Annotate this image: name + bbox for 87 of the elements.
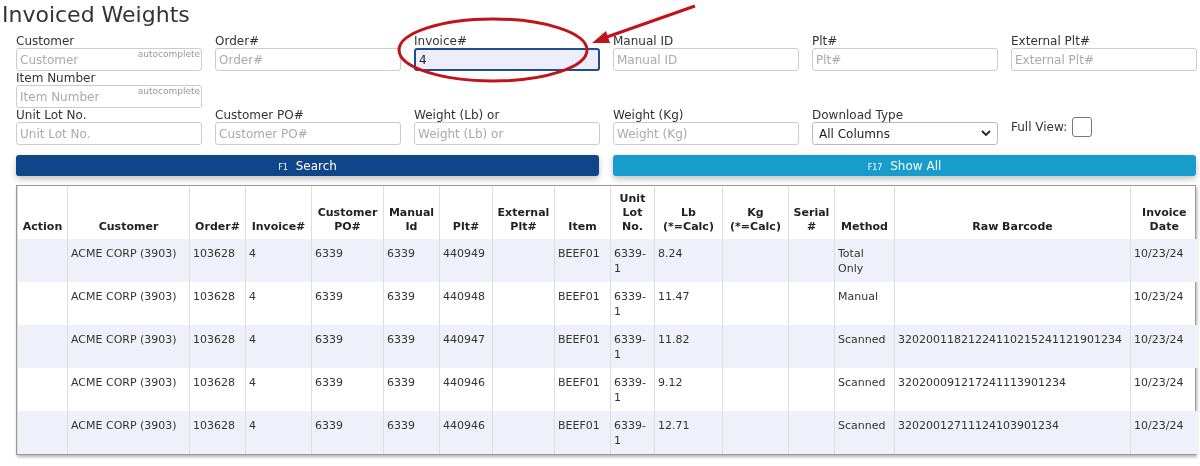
table-cell: 6339: [315, 376, 343, 389]
field-label: Weight (Lb) or: [414, 108, 501, 122]
table-cell: 6339: [387, 290, 415, 303]
table-cell: 10/23/24: [1134, 247, 1184, 260]
table-cell: 320200091217241113901234: [898, 376, 1066, 389]
table-cell: BEEF01: [558, 290, 600, 303]
table-cell: 440949: [443, 247, 485, 260]
field-label: Full View:: [1011, 119, 1068, 134]
input-field[interactable]: Manual ID: [613, 48, 799, 71]
input-field[interactable]: Weight (Kg): [613, 122, 799, 145]
table-cell: 6339: [387, 376, 415, 389]
table-cell: 32020011821224110215241121901234: [898, 333, 1122, 346]
table-cell: 6339: [387, 247, 415, 260]
field-label: Unit Lot No.: [16, 108, 88, 122]
table-cell: BEEF01: [558, 333, 600, 346]
autocomplete-hint: autocomplete: [137, 49, 200, 59]
table-cell: 4: [249, 419, 256, 432]
table-cell: 440947: [443, 333, 485, 346]
search-button[interactable]: F1 Search: [16, 155, 599, 176]
field-label: External Plt#: [1011, 34, 1091, 48]
input-field[interactable]: Unit Lot No.: [16, 122, 202, 145]
table-cell: 103628: [193, 247, 235, 260]
table-cell: 12.71: [658, 419, 690, 432]
input-field[interactable]: 4: [414, 48, 600, 71]
table-cell: Scanned: [838, 419, 886, 432]
table-cell: 6339-1: [614, 247, 646, 275]
table-cell: 103628: [193, 376, 235, 389]
input-field[interactable]: Plt#: [812, 48, 998, 71]
table-cell: ACME CORP (3903): [71, 333, 177, 346]
field-label: Item Number: [16, 71, 97, 85]
table-cell: ACME CORP (3903): [71, 419, 177, 432]
table-cell: 6339: [315, 247, 343, 260]
table-cell: 6339: [315, 419, 343, 432]
table-cell: 10/23/24: [1134, 290, 1184, 303]
download-type-dropdown[interactable]: All Columns: [812, 122, 998, 145]
input-field[interactable]: Weight (Lb) or: [414, 122, 600, 145]
table-cell: Scanned: [838, 333, 886, 346]
table-cell: 103628: [193, 333, 235, 346]
field-label: Customer PO#: [215, 108, 305, 122]
table-cell: 11.47: [658, 290, 690, 303]
table-cell: ACME CORP (3903): [71, 290, 177, 303]
table-cell: ACME CORP (3903): [71, 247, 177, 260]
table-cell: 32020012711124103901234: [898, 419, 1059, 432]
table-cell: 10/23/24: [1134, 376, 1184, 389]
table-cell: Total Only: [838, 247, 864, 275]
field-label: Download Type: [812, 108, 905, 122]
table-cell: 6339-1: [614, 376, 646, 404]
table-cell: 4: [249, 333, 256, 346]
autocomplete-hint: autocomplete: [137, 86, 200, 96]
table-cell: Scanned: [838, 376, 886, 389]
table-cell: 6339: [387, 419, 415, 432]
table-cell: 440946: [443, 419, 485, 432]
table-cell: 4: [249, 290, 256, 303]
table-cell: 103628: [193, 419, 235, 432]
table-cell: 440946: [443, 376, 485, 389]
table-cell: 6339-1: [614, 290, 646, 318]
field-label: Order#: [215, 34, 261, 48]
table-cell: 4: [249, 247, 256, 260]
table-cell: 4: [249, 376, 256, 389]
table-cell: 8.24: [658, 247, 683, 260]
field-label: Invoice#: [414, 34, 468, 48]
page-title: Invoiced Weights: [2, 1, 191, 29]
table-cell: 6339: [315, 333, 343, 346]
field-label: Plt#: [812, 34, 839, 48]
table-cell: 11.82: [658, 333, 690, 346]
table-cell: 6339: [387, 333, 415, 346]
table-cell: ACME CORP (3903): [71, 376, 177, 389]
input-field[interactable]: External Plt#: [1011, 48, 1197, 71]
table-cell: 103628: [193, 290, 235, 303]
full-view-checkbox[interactable]: [1072, 116, 1093, 137]
field-label: Weight (Kg): [613, 108, 685, 122]
table-cell: BEEF01: [558, 376, 600, 389]
input-field[interactable]: Customer PO#: [215, 122, 401, 145]
table-cell: 10/23/24: [1134, 333, 1184, 346]
input-field[interactable]: Order#: [215, 48, 401, 71]
table-cell: 6339-1: [614, 419, 646, 447]
field-label: Customer: [16, 34, 76, 48]
table-cell: 6339: [315, 290, 343, 303]
table-cell: 10/23/24: [1134, 419, 1184, 432]
field-label: Manual ID: [613, 34, 675, 48]
table-cell: 6339-1: [614, 333, 646, 361]
table-cell: 440948: [443, 290, 485, 303]
chevron-down-icon: [981, 130, 991, 137]
table-cell: 9.12: [658, 376, 683, 389]
table-cell: Manual: [838, 290, 878, 303]
table-cell: BEEF01: [558, 419, 600, 432]
table-cell: BEEF01: [558, 247, 600, 260]
